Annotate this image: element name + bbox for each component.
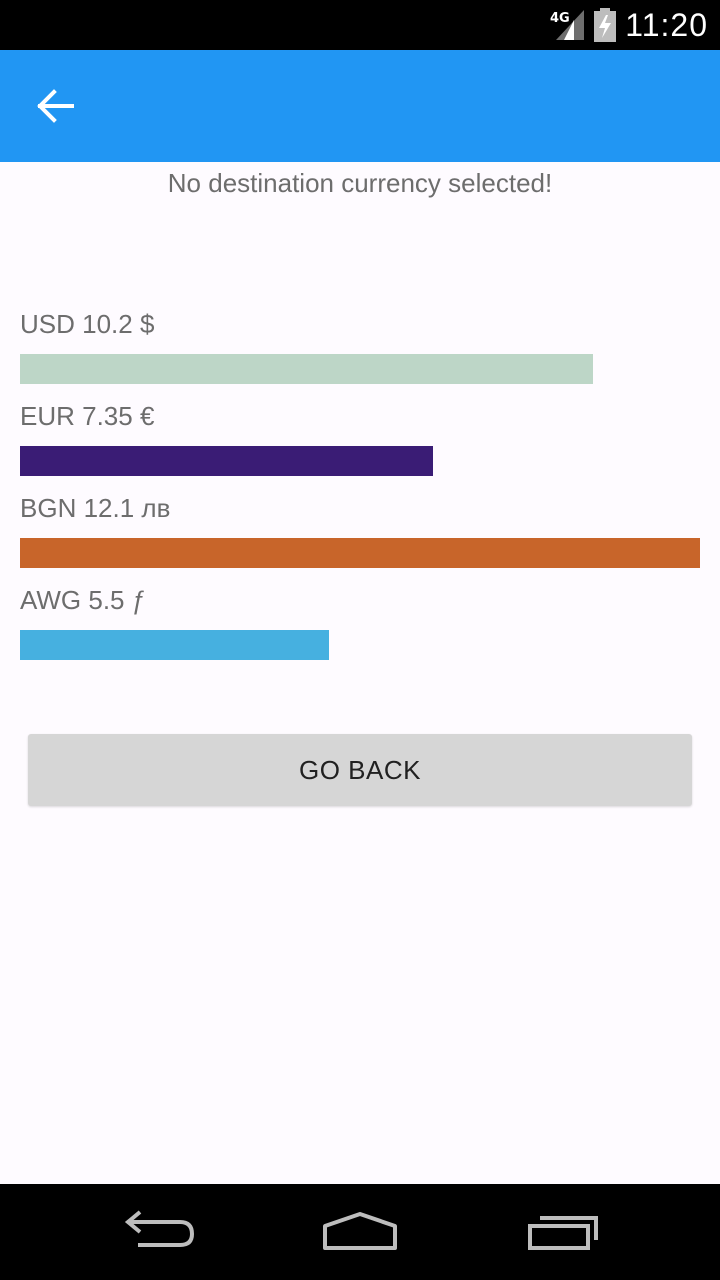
navigation-bar xyxy=(0,1184,720,1280)
network-type-label: 4G xyxy=(550,11,570,26)
status-bar: 4G 11:20 xyxy=(0,0,720,50)
battery-charging-icon xyxy=(594,8,616,42)
no-destination-message: No destination currency selected! xyxy=(167,168,553,198)
nav-recents-icon[interactable] xyxy=(512,1198,612,1266)
nav-home-icon[interactable] xyxy=(310,1198,410,1266)
signal-icon: 4G xyxy=(550,10,584,40)
currency-label-bgn: BGN 12.1 лв xyxy=(20,493,171,523)
currency-bar-awg xyxy=(20,630,329,660)
nav-back-icon[interactable] xyxy=(110,1198,210,1266)
currency-label-eur: EUR 7.35 € xyxy=(20,401,155,431)
screen: 4G 11:20 No destination currency selecte… xyxy=(0,0,720,1280)
currency-bar-usd xyxy=(20,354,593,384)
currency-label-awg: AWG 5.5 ƒ xyxy=(20,585,147,615)
go-back-button[interactable]: GO BACK xyxy=(28,734,692,806)
currency-label-usd: USD 10.2 $ xyxy=(20,309,155,339)
currency-bar-bgn xyxy=(20,538,700,568)
app-bar xyxy=(0,50,720,162)
arrow-left-icon[interactable] xyxy=(30,80,82,132)
currency-bar-eur xyxy=(20,446,433,476)
status-time: 11:20 xyxy=(625,7,708,43)
